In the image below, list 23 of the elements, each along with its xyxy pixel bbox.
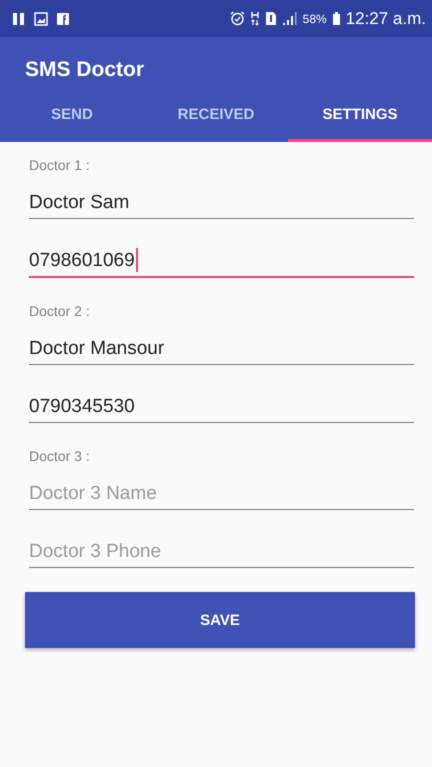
- battery-percent: 58%: [302, 12, 327, 26]
- input-field[interactable]: Doctor Mansour: [29, 336, 414, 365]
- pause-icon: [12, 12, 26, 26]
- clock-time: 12:27 a.m.: [346, 8, 426, 28]
- input-field[interactable]: 0790345530: [29, 394, 414, 423]
- tab[interactable]: SETTINGS: [288, 91, 432, 142]
- input-field[interactable]: Doctor Sam: [29, 190, 414, 219]
- tab[interactable]: SEND: [0, 91, 144, 142]
- battery-icon: [332, 11, 341, 26]
- section-label: Doctor 2 :: [29, 302, 91, 321]
- signal-icon: [282, 11, 298, 26]
- section-label: Doctor 1 :: [29, 156, 91, 175]
- input-field[interactable]: 0798601069: [29, 248, 414, 278]
- text-cursor: [136, 248, 138, 272]
- alarm-icon: [230, 11, 245, 26]
- section-label: Doctor 3 :: [29, 447, 91, 466]
- save-button[interactable]: SAVE: [25, 592, 415, 648]
- tab[interactable]: RECEIVED: [144, 91, 288, 142]
- app-title: SMS Doctor: [24, 57, 146, 83]
- sim-card-icon: [264, 11, 277, 26]
- square-app-icon: [56, 12, 70, 26]
- data-arrows-icon: [250, 11, 260, 26]
- image-icon: [34, 12, 48, 26]
